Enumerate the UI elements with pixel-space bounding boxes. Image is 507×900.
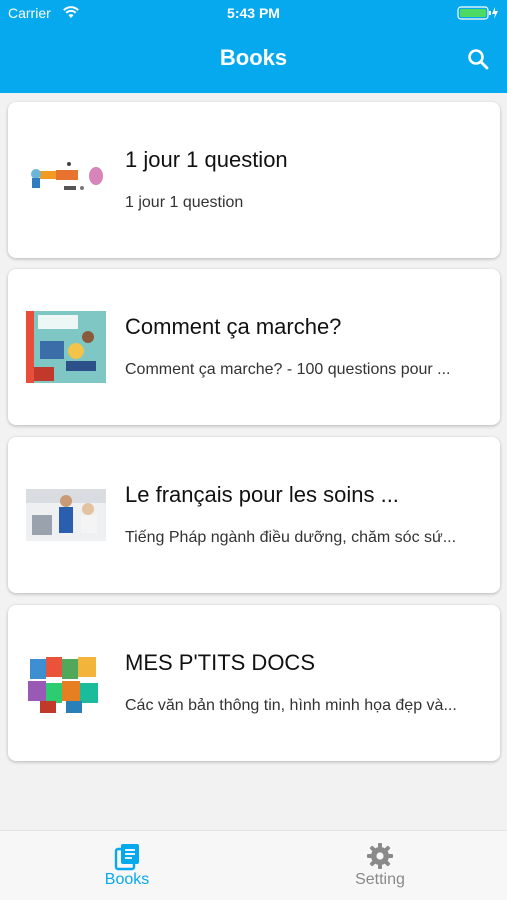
- search-icon: [468, 49, 489, 70]
- book-subtitle: Tiếng Pháp ngành điều dưỡng, chăm sóc sứ…: [125, 529, 457, 546]
- book-card[interactable]: MES P'TITS DOCS Các văn bản thông tin, h…: [8, 605, 500, 761]
- search-button[interactable]: [463, 44, 493, 74]
- battery-icon: [457, 6, 498, 20]
- page-title: Books: [219, 45, 288, 70]
- book-list: 1 jour 1 question 1 jour 1 question Comm…: [0, 93, 507, 830]
- book-title: 1 jour 1 question: [125, 147, 288, 172]
- book-subtitle: 1 jour 1 question: [125, 194, 244, 211]
- book-card[interactable]: 1 jour 1 question 1 jour 1 question: [8, 102, 500, 258]
- status-bar: Carrier 5:43 PM: [0, 0, 507, 28]
- book-cover-image: [26, 311, 106, 383]
- book-title: Comment ça marche?: [125, 314, 342, 339]
- book-subtitle: Các văn bản thông tin, hình minh họa đẹp…: [125, 697, 457, 714]
- nav-tab-books[interactable]: Books: [67, 831, 187, 900]
- nav-tab-setting[interactable]: Setting: [320, 831, 440, 900]
- book-title: Le français pour les soins ...: [125, 482, 399, 507]
- book-title: MES P'TITS DOCS: [125, 650, 315, 675]
- gear-icon: [367, 843, 393, 869]
- bottom-navigation: Books Setting: [0, 830, 507, 900]
- book-subtitle: Comment ça marche? - 100 questions pour …: [125, 361, 451, 378]
- book-cover-image: [26, 144, 106, 216]
- nav-tab-setting-label: Setting: [355, 871, 405, 888]
- app-header: Carrier 5:43 PM Books: [0, 0, 507, 93]
- book-cover-image: [26, 647, 106, 719]
- nav-tab-books-label: Books: [104, 871, 150, 888]
- books-icon: [114, 844, 139, 871]
- book-card[interactable]: Comment ça marche? Comment ça marche? - …: [8, 269, 500, 425]
- status-time: 5:43 PM: [227, 5, 280, 21]
- book-card[interactable]: Le français pour les soins ... Tiếng Phá…: [8, 437, 500, 593]
- book-cover-image: [26, 479, 106, 551]
